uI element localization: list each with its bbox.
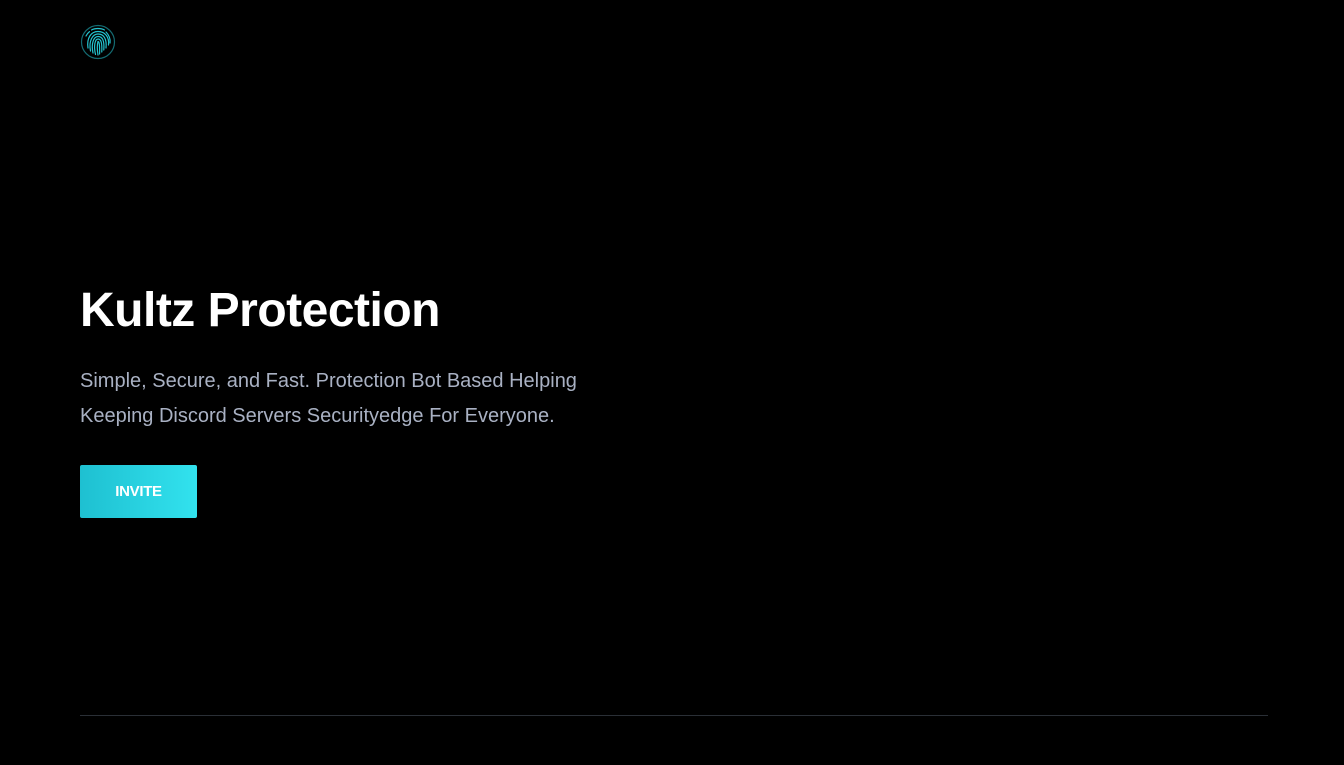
hero-section: Kultz Protection Simple, Secure, and Fas… xyxy=(80,282,680,434)
fingerprint-icon xyxy=(80,24,116,60)
footer-divider xyxy=(80,715,1268,716)
hero-title: Kultz Protection xyxy=(80,284,441,337)
hero-subtitle: Simple, Secure, and Fast. Protection Bot… xyxy=(80,370,577,427)
invite-button[interactable]: INVITE xyxy=(80,465,197,518)
logo-link[interactable] xyxy=(80,24,116,60)
